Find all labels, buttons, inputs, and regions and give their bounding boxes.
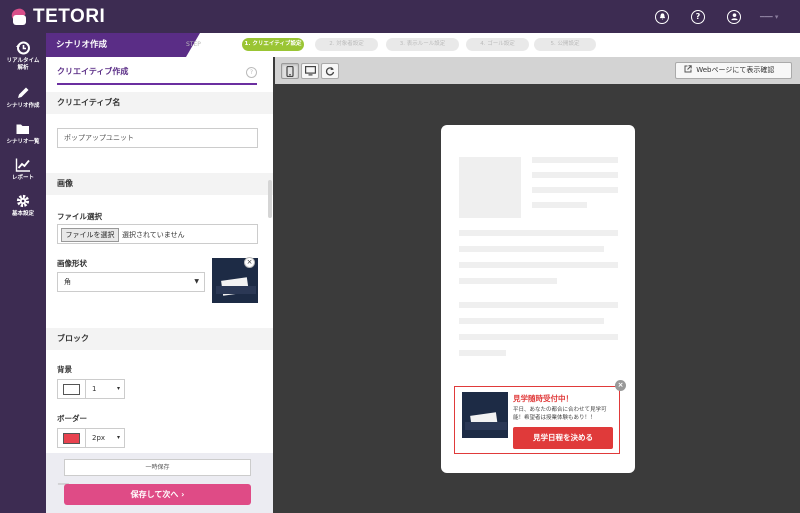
step-publish[interactable]: 5. 公開設定: [534, 38, 596, 51]
sidebar-item-settings[interactable]: 基本設定: [0, 193, 46, 218]
section-creative-name: クリエイティブ名: [46, 92, 273, 114]
refresh-button[interactable]: [321, 63, 339, 79]
creative-name-input[interactable]: ポップアップユニット: [57, 128, 258, 148]
sidebar-label: 解析: [17, 65, 29, 71]
step-label: STEP: [186, 41, 201, 48]
skeleton-line: [459, 230, 618, 236]
preview-toolbar: Webページにて表示確認: [275, 57, 800, 84]
popup-title: 見学随時受付中！: [513, 394, 573, 403]
step-goal[interactable]: 4. ゴール設定: [466, 38, 529, 51]
skeleton-line: [532, 202, 587, 208]
file-select-label: ファイル選択: [57, 212, 102, 221]
save-and-next-button[interactable]: 保存して次へ ›: [64, 484, 251, 505]
tab-creative[interactable]: クリエイティブ作成: [57, 66, 257, 85]
background-label: 背景: [57, 365, 72, 374]
chart-icon: [15, 158, 30, 172]
section-image: 画像: [46, 173, 273, 195]
user-menu[interactable]: ━━━ ▾: [760, 13, 778, 21]
history-icon: [16, 41, 30, 55]
sidebar-label: シナリオ一覧: [6, 139, 40, 145]
border-swatch: [63, 433, 80, 444]
tetori-logo[interactable]: TETORI: [10, 6, 105, 28]
web-preview-button[interactable]: Webページにて表示確認: [675, 62, 792, 79]
border-label: ボーダー: [57, 414, 87, 423]
logo-mark-icon: [10, 7, 30, 26]
step-creative[interactable]: 1. クリエイティブ設定: [242, 38, 304, 51]
border-value: 2px: [92, 434, 106, 442]
background-color-picker[interactable]: 1 ▾: [57, 379, 125, 399]
background-value: 1: [92, 385, 97, 393]
skeleton-line: [459, 246, 604, 252]
skeleton-line: [459, 302, 618, 308]
skeleton-line: [532, 187, 618, 193]
step-audience[interactable]: 2. 対象者設定: [315, 38, 378, 51]
smartphone-view-button[interactable]: [281, 63, 299, 79]
sidebar-item-scenario-create[interactable]: シナリオ作成: [0, 85, 46, 110]
sidebar-label: リアルタイム: [6, 58, 40, 64]
creative-settings-panel: クリエイティブ作成 ? クリエイティブ名 ポップアップユニット 画像 ファイル選…: [46, 57, 273, 513]
popup-body: 平日、あなたの都合に合わせて見学可能！希望者は授業体験もあり！！: [513, 407, 607, 421]
image-shape-value: 角: [64, 278, 71, 286]
skeleton-line: [532, 157, 618, 163]
save-draft-button[interactable]: 一時保存: [64, 459, 251, 476]
logo-text: TETORI: [33, 6, 106, 27]
sidebar-item-report[interactable]: レポート: [0, 157, 46, 182]
skeleton-line: [459, 278, 557, 284]
web-preview-label: Webページにて表示確認: [696, 66, 775, 74]
skeleton-line: [459, 262, 618, 268]
background-swatch: [63, 384, 80, 395]
remove-image-icon[interactable]: ×: [244, 257, 255, 268]
panel-scrollbar[interactable]: [268, 180, 272, 218]
popup-cta-button[interactable]: 見学日程を決める: [513, 427, 613, 449]
skeleton-image: [459, 157, 521, 218]
skeleton-line: [459, 334, 618, 340]
sidebar-label: 基本設定: [11, 211, 34, 217]
sidebar-item-realtime[interactable]: リアルタイム 解析: [0, 40, 46, 72]
folder-icon: [16, 124, 29, 134]
skeleton-line: [459, 318, 604, 324]
sidebar-label: シナリオ作成: [6, 103, 40, 109]
help-icon[interactable]: ?: [691, 10, 705, 24]
user-icon[interactable]: [727, 10, 741, 24]
gear-icon: [16, 194, 30, 208]
popup-close-icon[interactable]: ×: [615, 380, 626, 391]
preview-area: Webページにて表示確認 見学随時受付中！ 平日、あなたの都合に合わせて見学可能…: [275, 57, 800, 513]
file-status: 選択されていません: [122, 231, 185, 239]
desktop-icon: [304, 66, 316, 76]
sidebar-item-scenario-list[interactable]: シナリオ一覧: [0, 121, 46, 146]
popup-unit[interactable]: 見学随時受付中！ 平日、あなたの都合に合わせて見学可能！希望者は授業体験もあり！…: [454, 386, 620, 454]
image-shape-select[interactable]: 角 ▼: [57, 272, 205, 292]
skeleton-line: [459, 350, 506, 356]
skeleton-line: [532, 172, 618, 178]
pencil-icon: [18, 87, 29, 98]
step-display-rules[interactable]: 3. 表示ルール設定: [386, 38, 459, 51]
top-navigation-bar: TETORI ? ━━━ ▾: [0, 0, 800, 33]
image-shape-label: 画像形状: [57, 259, 87, 268]
choose-file-button[interactable]: ファイルを選択: [61, 228, 119, 242]
section-block: ブロック: [46, 328, 273, 350]
smartphone-icon: [286, 66, 294, 77]
desktop-view-button[interactable]: [301, 63, 319, 79]
step-bar: シナリオ作成 STEP 1. クリエイティブ設定 2. 対象者設定 3. 表示ル…: [46, 33, 800, 57]
tab-creative-label: クリエイティブ作成: [57, 67, 129, 76]
sidebar: リアルタイム 解析 シナリオ作成 シナリオ一覧 レポート 基本設定: [0, 33, 46, 513]
chevron-down-icon: ▾: [116, 434, 120, 441]
help-icon[interactable]: ?: [246, 67, 257, 78]
popup-image: [462, 392, 508, 438]
sidebar-label: レポート: [11, 175, 34, 181]
bell-icon[interactable]: [655, 10, 669, 24]
page-title: シナリオ作成: [46, 33, 186, 57]
border-color-picker[interactable]: 2px ▾: [57, 428, 125, 448]
chevron-down-icon: ▾: [116, 385, 120, 392]
refresh-icon: [325, 67, 335, 76]
chevron-down-icon: ▼: [194, 278, 199, 285]
external-link-icon: [684, 65, 692, 73]
